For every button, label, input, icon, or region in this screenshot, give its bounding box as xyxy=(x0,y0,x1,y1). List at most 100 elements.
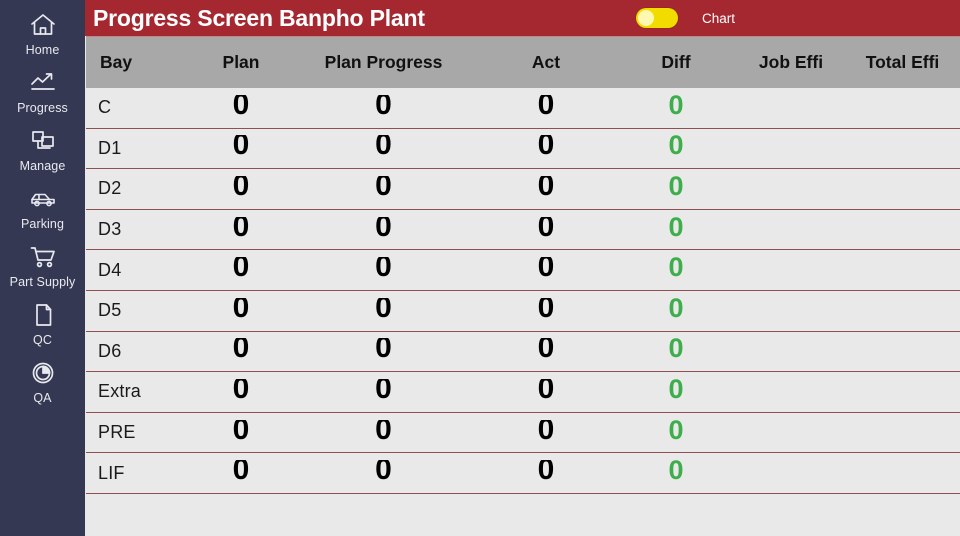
table-row[interactable]: D3 0 0 0 0 xyxy=(86,209,960,251)
column-header-plan: Plan xyxy=(222,52,260,72)
cell-diff-value: 0 xyxy=(668,460,684,486)
table-row[interactable]: Extra 0 0 0 0 xyxy=(86,372,960,413)
cell-plan-progress: 0 xyxy=(296,176,471,202)
cell-act-value: 0 xyxy=(537,94,555,121)
shopping-cart-icon xyxy=(27,242,59,272)
cell-plan: 0 xyxy=(186,217,296,243)
table-row[interactable]: D5 0 0 0 0 xyxy=(86,290,960,332)
cell-plan: 0 xyxy=(186,460,296,486)
cell-act-value: 0 xyxy=(537,297,555,324)
cell-diff-value: 0 xyxy=(668,94,684,120)
chart-toggle-switch[interactable] xyxy=(636,8,678,28)
sidebar-item-parking[interactable]: Parking xyxy=(0,178,85,236)
cell-plan: 0 xyxy=(186,176,296,202)
table-empty-area xyxy=(86,493,960,536)
sidebar-item-qc[interactable]: QC xyxy=(0,294,85,352)
sidebar-item-home[interactable]: Home xyxy=(0,4,85,62)
cell-plan: 0 xyxy=(186,135,296,161)
app-window: Home Progress Manage Parking Part Supply… xyxy=(0,0,960,536)
cell-plan-progress-value: 0 xyxy=(375,419,392,446)
cell-bay: PRE xyxy=(86,422,186,443)
sidebar-item-qa[interactable]: QA xyxy=(0,352,85,410)
cell-act-value: 0 xyxy=(537,338,555,365)
cell-plan-progress-value: 0 xyxy=(375,378,392,405)
sidebar-item-label: QC xyxy=(33,333,52,347)
cell-diff-value: 0 xyxy=(668,135,684,161)
table-row[interactable]: D6 0 0 0 0 xyxy=(86,331,960,373)
cell-bay: D1 xyxy=(86,138,186,159)
table-row[interactable]: PRE 0 0 0 0 xyxy=(86,412,960,454)
cell-diff-value: 0 xyxy=(668,216,684,242)
cell-bay-value: D3 xyxy=(98,219,122,240)
cell-plan-progress: 0 xyxy=(296,217,471,243)
cell-bay-value: Extra xyxy=(98,381,142,402)
cell-bay-value: PRE xyxy=(98,422,136,443)
cell-act: 0 xyxy=(471,95,621,121)
cell-plan-value: 0 xyxy=(232,378,250,405)
cell-act: 0 xyxy=(471,298,621,324)
table-row[interactable]: D4 0 0 0 0 xyxy=(86,250,960,291)
home-icon xyxy=(27,10,59,40)
table-row[interactable]: D1 0 0 0 0 xyxy=(86,128,960,170)
cell-diff-value: 0 xyxy=(668,378,684,404)
table-row[interactable]: D2 0 0 0 0 xyxy=(86,169,960,210)
cell-bay-value: D6 xyxy=(98,340,122,361)
chart-toggle-label: Chart xyxy=(702,10,736,26)
cell-plan-progress-value: 0 xyxy=(375,297,392,324)
column-header-act: Act xyxy=(531,52,561,72)
cell-bay-value: D4 xyxy=(98,259,122,280)
cell-diff-value: 0 xyxy=(668,338,684,364)
cell-plan-progress: 0 xyxy=(296,420,471,446)
cell-act: 0 xyxy=(471,460,621,486)
sidebar-item-part-supply[interactable]: Part Supply xyxy=(0,236,85,294)
table-row[interactable]: LIF 0 0 0 0 xyxy=(86,453,960,494)
column-header-bay: Bay xyxy=(100,52,133,72)
cell-bay: D2 xyxy=(86,178,186,199)
cell-act-value: 0 xyxy=(537,135,555,162)
cell-bay-value: C xyxy=(98,97,112,118)
car-icon xyxy=(27,184,59,214)
cell-plan-progress-value: 0 xyxy=(375,460,392,487)
table-row[interactable]: C 0 0 0 0 xyxy=(86,88,960,129)
cell-plan-progress-value: 0 xyxy=(375,338,392,365)
sidebar-item-label: Parking xyxy=(20,217,65,231)
cell-bay-value: D2 xyxy=(98,178,122,199)
cell-plan: 0 xyxy=(186,420,296,446)
column-header-job-effi: Job Effi xyxy=(758,52,824,72)
cell-diff: 0 xyxy=(621,217,731,243)
sidebar-item-manage[interactable]: Manage xyxy=(0,120,85,178)
cell-diff-value: 0 xyxy=(668,419,684,445)
cell-diff: 0 xyxy=(621,95,731,121)
cell-plan-progress-value: 0 xyxy=(375,175,392,202)
column-header-total-effi: Total Effi xyxy=(865,52,940,72)
cell-bay: Extra xyxy=(86,381,186,402)
cell-bay: D5 xyxy=(86,300,186,321)
cell-diff: 0 xyxy=(621,420,731,446)
cell-diff-value: 0 xyxy=(668,297,684,323)
table-body: C 0 0 0 0 D1 0 0 0 0 D2 0 0 0 0 D3 0 0 0 0 D4 0 0 0 0 D5 0 0 0 0 D6 0 0 0… xyxy=(86,88,960,494)
toggle-knob xyxy=(638,10,654,26)
cell-act: 0 xyxy=(471,217,621,243)
cell-diff: 0 xyxy=(621,257,731,283)
cell-diff: 0 xyxy=(621,338,731,364)
sidebar: Home Progress Manage Parking Part Supply… xyxy=(0,0,85,536)
devices-icon xyxy=(27,126,59,156)
cell-plan-progress: 0 xyxy=(296,460,471,486)
cell-plan-value: 0 xyxy=(232,297,250,324)
main-content: Progress Screen Banpho Plant Chart Bay P… xyxy=(85,0,960,536)
cell-bay: D6 xyxy=(86,341,186,362)
cell-act: 0 xyxy=(471,135,621,161)
cell-plan-value: 0 xyxy=(232,460,250,487)
table-header-row: Bay Plan Plan Progress Act Diff Job Effi… xyxy=(86,36,960,88)
sidebar-item-progress[interactable]: Progress xyxy=(0,62,85,120)
pie-chart-icon xyxy=(27,358,59,388)
sidebar-item-label: QA xyxy=(33,391,52,405)
cell-bay: D3 xyxy=(86,219,186,240)
cell-plan: 0 xyxy=(186,257,296,283)
column-header-diff: Diff xyxy=(661,52,691,72)
cell-plan-value: 0 xyxy=(232,419,250,446)
cell-act-value: 0 xyxy=(537,378,555,405)
cell-plan-progress-value: 0 xyxy=(375,257,392,284)
cell-act-value: 0 xyxy=(537,175,555,202)
cell-act: 0 xyxy=(471,379,621,405)
